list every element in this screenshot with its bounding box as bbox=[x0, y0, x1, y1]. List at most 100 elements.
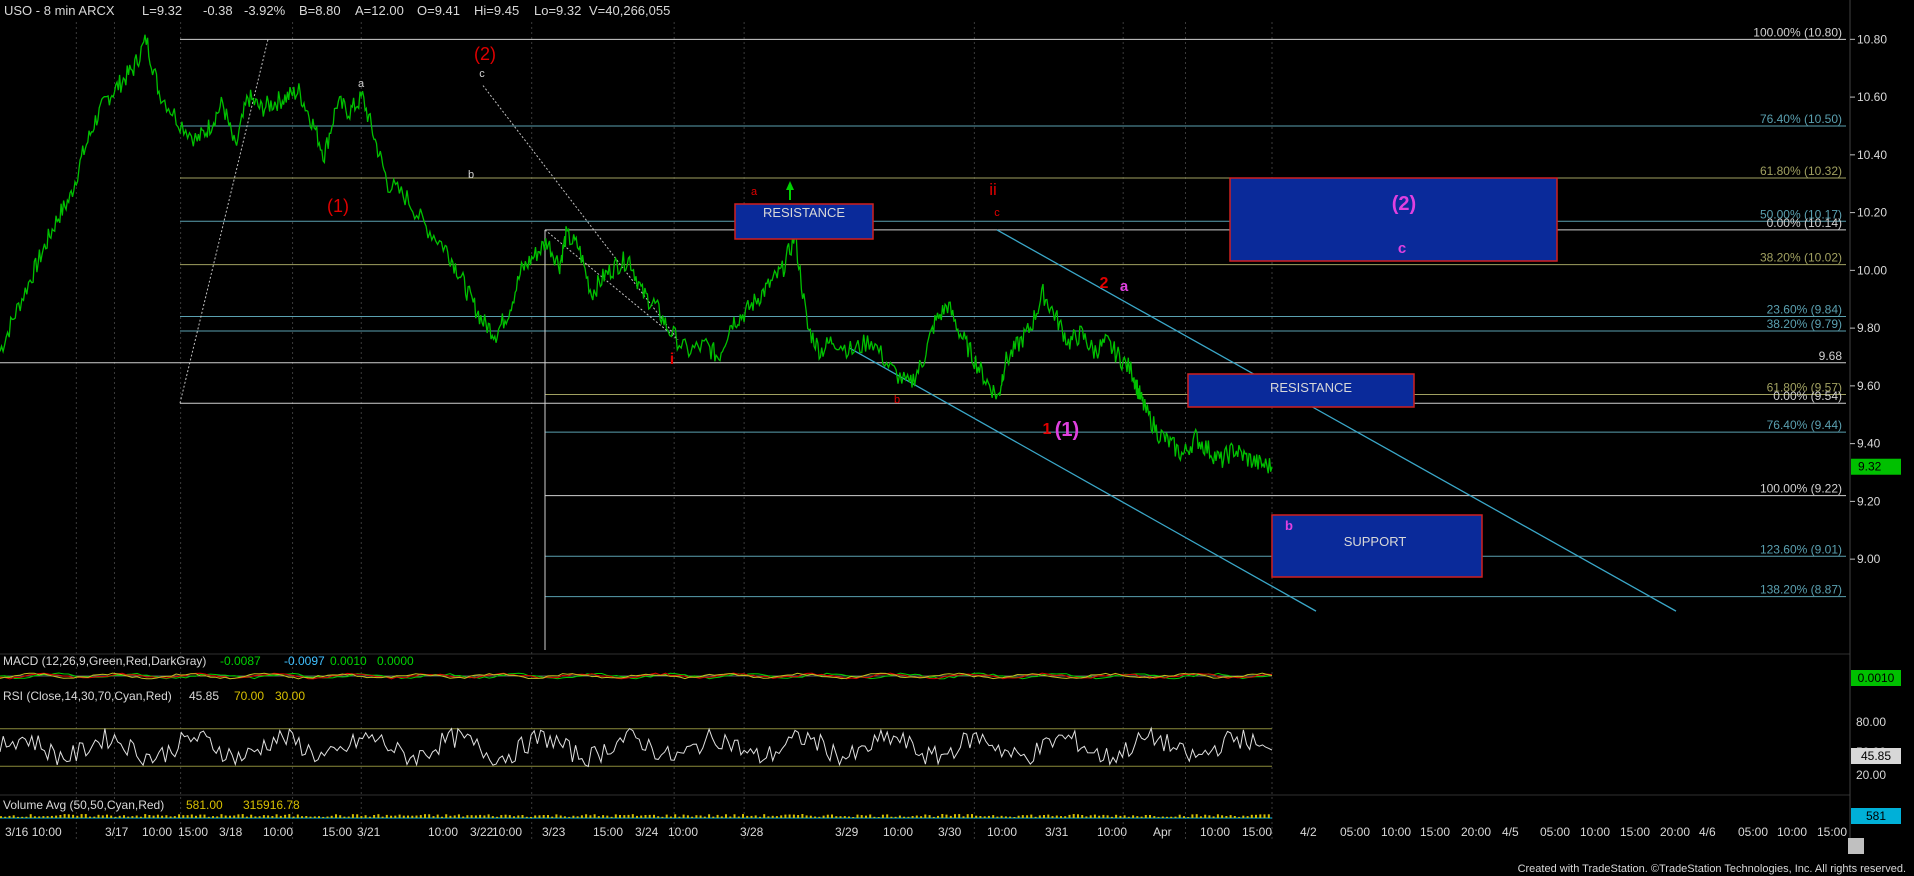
up-arrow-icon bbox=[786, 181, 794, 190]
volume-bar bbox=[1208, 815, 1211, 818]
volume-bar bbox=[301, 816, 303, 818]
volume-bar bbox=[780, 815, 783, 818]
volume-bar bbox=[67, 814, 70, 818]
volume-bar bbox=[407, 815, 409, 818]
price-series-line bbox=[0, 34, 1273, 474]
volume-bar bbox=[835, 816, 838, 818]
header-volume: V=40,266,055 bbox=[589, 3, 670, 18]
time-axis-label: 4/5 bbox=[1502, 825, 1519, 839]
volume-bar bbox=[975, 815, 978, 818]
volume-bar bbox=[487, 814, 490, 818]
resistance-zone-lower-label: RESISTANCE bbox=[1270, 380, 1352, 395]
time-axis-label: 10:00 bbox=[263, 825, 293, 839]
macd-value-2: -0.0097 bbox=[284, 654, 325, 668]
time-axis-label: 05:00 bbox=[1738, 825, 1768, 839]
wave-label-c-red: c bbox=[994, 207, 1000, 219]
volume-bar bbox=[640, 815, 643, 818]
volume-bar bbox=[267, 815, 270, 818]
volume-bar bbox=[1161, 816, 1164, 818]
volume-bar bbox=[1136, 816, 1139, 818]
volume-bar bbox=[343, 816, 346, 818]
volume-bar bbox=[809, 815, 812, 818]
resistance-zone-upper-label: RESISTANCE bbox=[763, 205, 845, 220]
volume-bar bbox=[716, 814, 719, 818]
volume-bar bbox=[445, 814, 448, 818]
volume-bar bbox=[411, 815, 414, 818]
volume-bar bbox=[593, 814, 596, 818]
volume-bar bbox=[474, 815, 477, 818]
volume-bar bbox=[597, 816, 600, 818]
volume-bar bbox=[284, 814, 287, 818]
wave-2-target-label: (2) bbox=[1392, 193, 1416, 215]
volume-bar bbox=[1089, 815, 1092, 818]
fib-level-label: 76.40% (10.50) bbox=[1760, 112, 1842, 126]
time-axis-label: 3/31 bbox=[1045, 825, 1069, 839]
volume-bar bbox=[318, 816, 320, 818]
volume-bar bbox=[72, 814, 75, 818]
rsi-series-line bbox=[0, 726, 1273, 768]
volume-bar bbox=[937, 815, 939, 818]
time-axis-label: 10:00 bbox=[668, 825, 698, 839]
time-axis-label: 3/30 bbox=[938, 825, 962, 839]
time-axis-label: 4/2 bbox=[1300, 825, 1317, 839]
wave-label-1: (1) bbox=[327, 196, 349, 216]
volume-bar bbox=[1149, 815, 1151, 818]
volume-bar bbox=[33, 816, 36, 818]
volume-bar bbox=[190, 814, 193, 818]
volume-bar bbox=[296, 814, 299, 818]
volume-bar bbox=[313, 816, 316, 818]
volume-bar bbox=[983, 816, 986, 818]
volume-bar bbox=[708, 814, 711, 818]
volume-bar bbox=[148, 815, 151, 818]
volume-bar bbox=[156, 814, 159, 818]
volume-bar bbox=[1093, 814, 1096, 818]
volume-bar bbox=[703, 816, 706, 818]
volume-bar bbox=[1051, 816, 1054, 818]
volume-bar bbox=[644, 815, 647, 818]
volume-bar bbox=[1030, 814, 1033, 818]
rsi-tick-80: 80.00 bbox=[1856, 715, 1886, 729]
time-axis-label: 4/6 bbox=[1699, 825, 1716, 839]
wave-label-paren-1: (1) bbox=[1055, 419, 1079, 441]
volume-bar bbox=[1106, 815, 1109, 818]
volume-bar bbox=[924, 814, 927, 818]
wave-label-1-small: 1 bbox=[1043, 421, 1052, 438]
volume-bar bbox=[551, 816, 554, 818]
wave-label-b-small: b bbox=[468, 169, 474, 181]
volume-bar bbox=[330, 815, 333, 818]
volume-bar bbox=[483, 815, 486, 818]
horizontal-scroll-thumb[interactable] bbox=[1848, 838, 1864, 854]
volume-bar bbox=[165, 815, 168, 818]
volume-bar bbox=[826, 814, 829, 818]
volume-bar bbox=[508, 815, 511, 818]
volume-bar bbox=[178, 814, 181, 818]
rsi-value-1: 45.85 bbox=[189, 689, 219, 703]
volume-bar bbox=[1081, 815, 1084, 818]
volume-bar bbox=[93, 816, 96, 818]
volume-bar bbox=[932, 816, 935, 818]
volume-bar bbox=[432, 816, 435, 818]
volume-bar bbox=[801, 814, 804, 818]
wave-label-a-small: a bbox=[358, 78, 365, 90]
wave-2-target-zone bbox=[1229, 177, 1558, 262]
macd-label: MACD (12,26,9,Green,Red,DarkGray) bbox=[3, 654, 206, 668]
wave-label-a-magenta: a bbox=[1120, 278, 1129, 295]
volume-panel bbox=[0, 814, 1272, 819]
time-axis-label: 3/23 bbox=[542, 825, 566, 839]
volume-bar bbox=[1267, 814, 1270, 818]
price-axis-label: 10.40 bbox=[1857, 148, 1887, 162]
volume-bar bbox=[292, 816, 295, 818]
volume-bar bbox=[441, 816, 443, 818]
volume-bar bbox=[1068, 814, 1071, 818]
fib-level-label: 100.00% (9.22) bbox=[1760, 482, 1842, 496]
volume-bar bbox=[4, 816, 7, 818]
time-axis-label: 15:00 bbox=[322, 825, 352, 839]
volume-bar bbox=[1178, 814, 1181, 818]
volume-bar bbox=[797, 815, 800, 818]
volume-bar bbox=[1157, 816, 1160, 818]
volume-bar bbox=[216, 816, 219, 818]
volume-bar bbox=[500, 815, 503, 818]
volume-bar bbox=[839, 816, 842, 818]
volume-bar bbox=[559, 815, 562, 818]
volume-bar bbox=[742, 814, 744, 818]
